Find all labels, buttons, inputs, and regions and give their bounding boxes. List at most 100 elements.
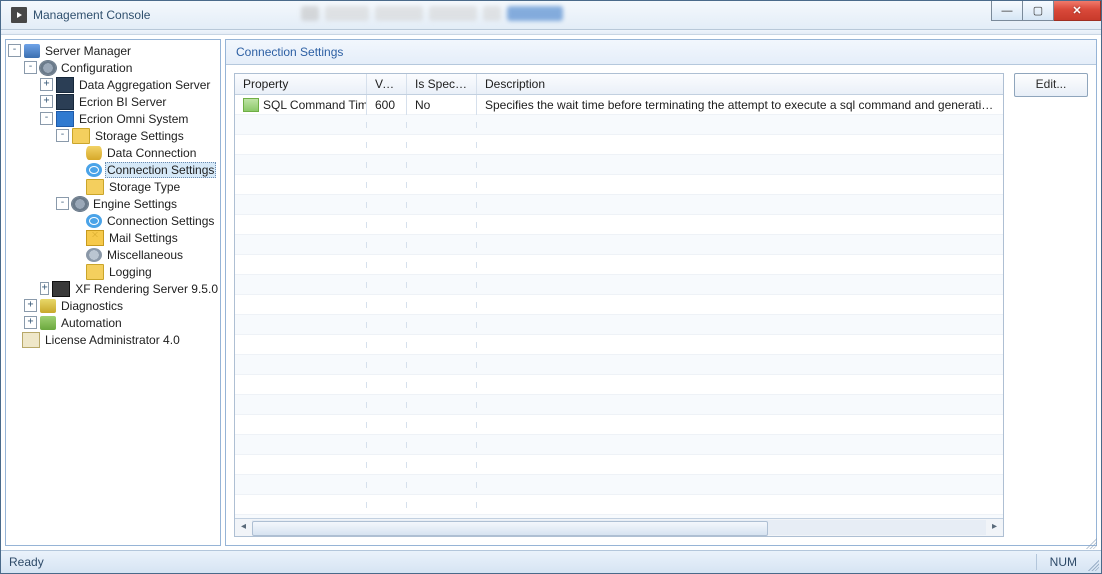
table-row [235, 355, 1003, 375]
collapse-icon[interactable]: - [56, 197, 69, 210]
expand-icon[interactable]: + [24, 299, 37, 312]
tree-pane[interactable]: - Server Manager - Configuration [5, 39, 221, 546]
scroll-track[interactable] [252, 520, 986, 535]
server-icon [24, 44, 40, 58]
expand-icon[interactable]: + [40, 95, 53, 108]
tree-label: Server Manager [43, 44, 133, 58]
tree-item-xf-rendering[interactable]: + XF Rendering Server 9.5.0 [6, 280, 220, 297]
statusbar-grip-icon[interactable] [1085, 557, 1099, 571]
col-value[interactable]: Value [367, 74, 407, 94]
col-description[interactable]: Description [477, 74, 1003, 94]
connection-icon [86, 214, 102, 228]
grid-header: Property Value Is Specified Description [235, 74, 1003, 95]
tree-item-miscellaneous[interactable]: . Miscellaneous [6, 246, 220, 263]
col-property[interactable]: Property [235, 74, 367, 94]
detail-pane: Connection Settings Property Value Is Sp… [225, 39, 1097, 546]
nav-tree: - Server Manager - Configuration [6, 42, 220, 348]
panel-body: Property Value Is Specified Description … [226, 65, 1096, 545]
collapse-icon[interactable]: - [40, 112, 53, 125]
tree-label: Mail Settings [107, 231, 180, 245]
table-row [235, 135, 1003, 155]
folder-icon [72, 128, 90, 144]
tree-item-mail-settings[interactable]: . Mail Settings [6, 229, 220, 246]
table-row [235, 375, 1003, 395]
tree-item-engine-settings[interactable]: - Engine Settings [6, 195, 220, 212]
table-row [235, 315, 1003, 335]
tree-item-data-aggregation[interactable]: + Data Aggregation Server [6, 76, 220, 93]
table-row [235, 155, 1003, 175]
gear-icon [40, 61, 56, 75]
gear-icon [86, 248, 102, 262]
tree-item-server-manager[interactable]: - Server Manager [6, 42, 220, 59]
tree-item-logging[interactable]: . Logging [6, 263, 220, 280]
minimize-button[interactable]: — [991, 1, 1023, 21]
tree-label: Data Aggregation Server [77, 78, 212, 92]
table-row [235, 235, 1003, 255]
col-is-specified[interactable]: Is Specified [407, 74, 477, 94]
cell-description: Specifies the wait time before terminati… [477, 95, 1003, 115]
maximize-button[interactable]: ▢ [1023, 1, 1054, 21]
tree-item-connection-settings[interactable]: . Connection Settings [6, 161, 220, 178]
server-cube-icon [56, 94, 74, 110]
tree-label: Connection Settings [105, 162, 216, 178]
table-row [235, 215, 1003, 235]
tree-label: Configuration [59, 61, 134, 75]
expand-icon[interactable]: + [24, 316, 37, 329]
scroll-thumb[interactable] [252, 521, 768, 536]
collapse-icon[interactable]: - [56, 129, 69, 142]
table-row [235, 195, 1003, 215]
property-icon [243, 98, 259, 112]
tree-label: XF Rendering Server 9.5.0 [73, 282, 220, 296]
edit-button[interactable]: Edit... [1014, 73, 1088, 97]
tree-item-engine-connection[interactable]: . Connection Settings [6, 212, 220, 229]
window-controls: — ▢ ✕ [991, 1, 1101, 21]
table-row [235, 275, 1003, 295]
minimize-icon: — [1002, 5, 1013, 17]
status-text: Ready [9, 555, 44, 569]
panel-title: Connection Settings [236, 45, 343, 59]
tree-item-license-admin[interactable]: . License Administrator 4.0 [6, 331, 220, 348]
tree-item-configuration[interactable]: - Configuration [6, 59, 220, 76]
scroll-left-icon[interactable]: ◂ [235, 519, 252, 536]
grid-body[interactable]: SQL Command Timeout600NoSpecifies the wa… [235, 95, 1003, 518]
expand-icon[interactable]: + [40, 78, 53, 91]
tree-item-storage-type[interactable]: . Storage Type [6, 178, 220, 195]
tree-label: License Administrator 4.0 [43, 333, 182, 347]
gear-icon [72, 197, 88, 211]
collapse-icon[interactable]: - [8, 44, 21, 57]
cell-property: SQL Command Timeout [263, 98, 367, 112]
tree-item-automation[interactable]: + Automation [6, 314, 220, 331]
expand-icon[interactable]: + [40, 282, 49, 295]
window-title: Management Console [33, 8, 150, 22]
connection-icon [86, 163, 102, 177]
table-row[interactable]: SQL Command Timeout600NoSpecifies the wa… [235, 95, 1003, 115]
panel-header: Connection Settings [226, 40, 1096, 65]
table-row [235, 295, 1003, 315]
status-numlock: NUM [1050, 555, 1077, 569]
tree-item-data-connection[interactable]: . Data Connection [6, 144, 220, 161]
table-row [235, 495, 1003, 515]
table-row [235, 395, 1003, 415]
horizontal-scrollbar[interactable]: ◂ ▸ [235, 518, 1003, 536]
app-icon [11, 7, 27, 23]
client-area: - Server Manager - Configuration [1, 35, 1101, 550]
tree-item-ecrion-bi[interactable]: + Ecrion BI Server [6, 93, 220, 110]
close-button[interactable]: ✕ [1054, 1, 1101, 21]
resize-grip-icon[interactable] [1083, 535, 1097, 549]
tree-item-storage-settings[interactable]: - Storage Settings [6, 127, 220, 144]
collapse-icon[interactable]: - [24, 61, 37, 74]
tree-item-diagnostics[interactable]: + Diagnostics [6, 297, 220, 314]
scroll-right-icon[interactable]: ▸ [986, 519, 1003, 536]
tree-label: Data Connection [105, 146, 198, 160]
titlebar[interactable]: Management Console — ▢ ✕ [1, 1, 1101, 30]
table-row [235, 455, 1003, 475]
folder-icon [86, 264, 104, 280]
mail-icon [86, 230, 104, 246]
action-panel: Edit... [1014, 73, 1088, 537]
table-row [235, 255, 1003, 275]
tree-item-ecrion-omni[interactable]: - Ecrion Omni System [6, 110, 220, 127]
tree-label: Miscellaneous [105, 248, 185, 262]
tree-label: Ecrion Omni System [77, 112, 190, 126]
status-divider [1036, 554, 1037, 570]
close-icon: ✕ [1072, 4, 1081, 17]
